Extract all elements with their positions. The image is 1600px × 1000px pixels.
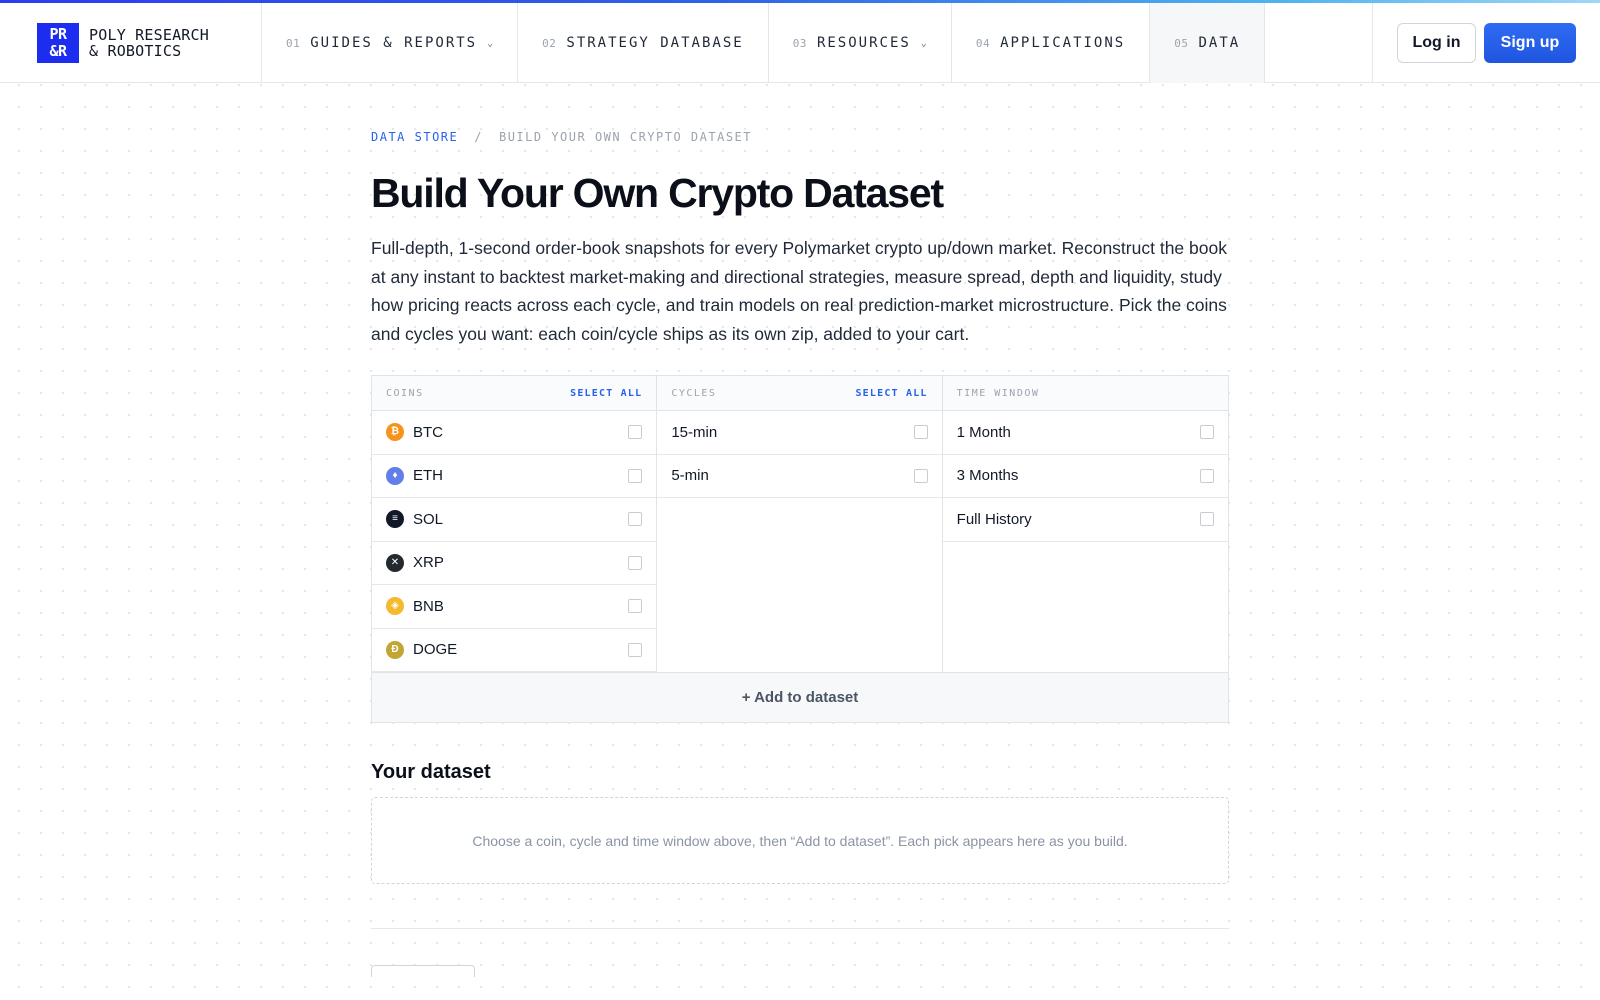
- breadcrumb-separator: /: [474, 130, 483, 144]
- breadcrumb-current: BUILD YOUR OWN CRYPTO DATASET: [498, 130, 752, 144]
- coin-option-label: XRP: [413, 554, 444, 572]
- cycle-option-15-min[interactable]: 15-min: [657, 411, 942, 455]
- coin-checkbox[interactable]: [628, 512, 643, 527]
- cycle-option-5-min[interactable]: 5-min: [657, 455, 942, 498]
- solana-icon: ≡: [386, 510, 404, 529]
- nav-data[interactable]: 05 DATA: [1150, 3, 1266, 83]
- time-window-option-label: Full History: [956, 510, 1032, 528]
- cycles-header: CYCLES SELECT ALL: [657, 376, 942, 411]
- your-dataset-heading: Your dataset: [371, 761, 491, 783]
- time-window-option-label: 3 Months: [956, 467, 1019, 485]
- page-description: Full-depth, 1-second order-book snapshot…: [371, 238, 1227, 344]
- nav-number: 04: [975, 36, 991, 50]
- chevron-down-icon: ⌄: [487, 37, 494, 49]
- nav-label: DATA: [1198, 35, 1241, 51]
- breadcrumb: DATA STORE / BUILD YOUR OWN CRYPTO DATAS…: [371, 125, 1229, 149]
- nav-strategy-database[interactable]: 02 STRATEGY DATABASE: [518, 3, 769, 83]
- coin-checkbox[interactable]: [628, 642, 643, 657]
- brand-name: POLY RESEARCH & ROBOTICS: [89, 27, 209, 59]
- cycle-option-label: 15-min: [671, 423, 718, 441]
- nav-number: 02: [542, 36, 557, 50]
- auth-actions: Log in Sign up: [1372, 3, 1600, 83]
- logo-line-2: &R: [49, 42, 67, 60]
- dataset-empty-state: Choose a coin, cycle and time window abo…: [371, 797, 1229, 884]
- coin-option-bnb[interactable]: ◈ BNB: [372, 585, 657, 629]
- cycles-column: CYCLES SELECT ALL 15-min 5-min: [657, 376, 943, 672]
- nav-label: STRATEGY DATABASE: [566, 35, 744, 51]
- time-window-option-label: 1 Month: [956, 423, 1011, 441]
- coin-option-xrp[interactable]: ✕ XRP: [372, 542, 657, 585]
- time-window-header: TIME WINDOW: [942, 376, 1228, 411]
- nav-label: RESOURCES: [816, 35, 911, 51]
- time-window-column: TIME WINDOW 1 Month 3 Months Full History: [942, 376, 1228, 672]
- chevron-down-icon: ⌄: [920, 37, 927, 49]
- nav-applications[interactable]: 04 APPLICATIONS: [952, 3, 1151, 83]
- coin-checkbox[interactable]: [628, 425, 643, 440]
- time-window-header-label: TIME WINDOW: [956, 387, 1040, 399]
- logo-line-1: PR: [49, 25, 67, 43]
- nav-number: 01: [286, 36, 301, 50]
- bnb-icon: ◈: [386, 597, 404, 616]
- brand[interactable]: PR &R POLY RESEARCH & ROBOTICS: [0, 3, 262, 83]
- doge-icon: Ð: [386, 640, 404, 659]
- dataset-selector: COINS SELECT ALL ₿ BTC ♦ ETH ≡ SOL ✕ XRP ◈ BNB Ð DO…: [371, 375, 1229, 723]
- xrp-icon: ✕: [386, 553, 404, 572]
- coin-option-label: ETH: [413, 467, 443, 485]
- ethereum-icon: ♦: [386, 466, 404, 485]
- page-title: Build Your Own Crypto Dataset: [371, 170, 944, 216]
- coins-column: COINS SELECT ALL ₿ BTC ♦ ETH ≡ SOL ✕ XRP ◈ BNB Ð DO…: [372, 376, 658, 672]
- add-to-dataset-button[interactable]: + Add to dataset: [372, 672, 1228, 722]
- breadcrumb-data-store-link[interactable]: DATA STORE: [371, 130, 458, 144]
- coin-checkbox[interactable]: [628, 599, 643, 614]
- cycle-checkbox[interactable]: [913, 468, 928, 483]
- cycle-option-label: 5-min: [671, 467, 709, 485]
- nav-guides-reports[interactable]: 01 GUIDES & REPORTS ⌄: [262, 3, 519, 83]
- nav-number: 05: [1174, 36, 1189, 50]
- signup-button[interactable]: Sign up: [1484, 23, 1576, 63]
- time-window-option-full-history[interactable]: Full History: [942, 498, 1228, 542]
- coin-checkbox[interactable]: [628, 555, 643, 570]
- coin-option-label: BNB: [413, 597, 444, 615]
- bitcoin-icon: ₿: [386, 423, 404, 442]
- site-header: PR &R POLY RESEARCH & ROBOTICS 01 GUIDES…: [0, 3, 1600, 83]
- nav-label: GUIDES & REPORTS: [310, 35, 478, 51]
- coins-header-label: COINS: [386, 387, 424, 399]
- coins-select-all-button[interactable]: SELECT ALL: [570, 388, 642, 399]
- brand-name-line-2: & ROBOTICS: [89, 42, 182, 60]
- login-button[interactable]: Log in: [1397, 23, 1476, 63]
- section-divider: [371, 928, 1229, 929]
- bottom-element-stub: [371, 965, 475, 977]
- coin-checkbox[interactable]: [628, 468, 643, 483]
- time-window-option-3-months[interactable]: 3 Months: [942, 455, 1228, 498]
- coins-header: COINS SELECT ALL: [372, 376, 657, 411]
- coin-option-sol[interactable]: ≡ SOL: [372, 498, 657, 542]
- coin-option-label: BTC: [413, 423, 443, 441]
- coin-option-label: SOL: [413, 510, 444, 528]
- main-content: DATA STORE / BUILD YOUR OWN CRYPTO DATAS…: [371, 125, 1229, 977]
- coin-option-btc[interactable]: ₿ BTC: [372, 411, 657, 455]
- time-window-checkbox[interactable]: [1199, 468, 1214, 483]
- time-window-option-1-month[interactable]: 1 Month: [942, 411, 1228, 455]
- time-window-checkbox[interactable]: [1199, 512, 1214, 527]
- coin-option-doge[interactable]: Ð DOGE: [372, 629, 657, 672]
- cycle-checkbox[interactable]: [913, 425, 928, 440]
- coin-option-label: DOGE: [413, 641, 458, 659]
- dataset-empty-text: Choose a coin, cycle and time window abo…: [472, 832, 1128, 849]
- nav-number: 03: [792, 36, 807, 50]
- time-window-checkbox[interactable]: [1199, 425, 1214, 440]
- logo: PR &R: [37, 23, 79, 63]
- nav-label: APPLICATIONS: [1000, 35, 1126, 51]
- nav-resources[interactable]: 03 RESOURCES ⌄: [769, 3, 952, 83]
- brand-name-line-1: POLY RESEARCH: [89, 26, 209, 44]
- cycles-select-all-button[interactable]: SELECT ALL: [855, 388, 927, 399]
- coin-option-eth[interactable]: ♦ ETH: [372, 455, 657, 498]
- cycles-header-label: CYCLES: [671, 387, 717, 399]
